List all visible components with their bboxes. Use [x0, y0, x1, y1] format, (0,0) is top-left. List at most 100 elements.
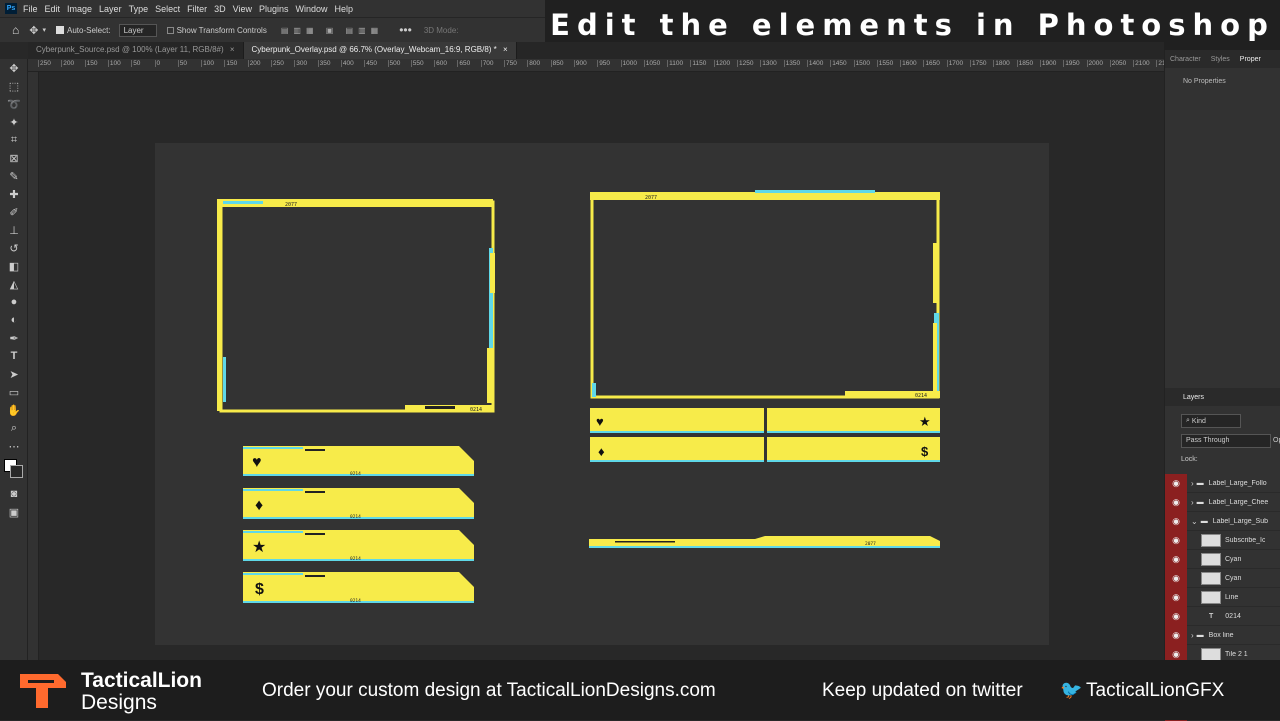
webcam-frame-16x9[interactable]: 2077 0214	[590, 190, 940, 399]
visibility-eye-icon[interactable]: ◉	[1165, 492, 1187, 512]
auto-select-dropdown[interactable]: Layer	[118, 23, 157, 37]
visibility-eye-icon[interactable]: ◉	[1165, 625, 1187, 645]
menu-type[interactable]: Type	[129, 4, 149, 14]
tab-character[interactable]: Character	[1165, 56, 1206, 63]
more-options-icon[interactable]: •••	[399, 23, 412, 37]
menu-plugins[interactable]: Plugins	[259, 4, 289, 14]
visibility-eye-icon[interactable]: ◉	[1165, 511, 1187, 531]
order-text: Order your custom design at TacticalLion…	[262, 680, 716, 701]
more-tools-icon[interactable]: ⋯	[0, 437, 28, 455]
magic-wand-tool-icon[interactable]: ✦	[0, 113, 28, 131]
label-diamond[interactable]: ♦ 0214	[243, 488, 474, 520]
path-selection-tool-icon[interactable]: ➤	[0, 365, 28, 383]
align-icons[interactable]: ▤▥▦ ▣ ▤▥▦	[281, 26, 383, 35]
label-dollar[interactable]: $ 0214	[243, 572, 474, 604]
close-icon[interactable]: ×	[503, 45, 508, 54]
close-icon[interactable]: ×	[230, 45, 235, 54]
eraser-tool-icon[interactable]: ◧	[0, 257, 28, 275]
ruler-tick: 1600	[900, 60, 917, 67]
visibility-eye-icon[interactable]: ◉	[1165, 549, 1187, 569]
color-swatches-icon[interactable]	[0, 455, 28, 485]
layer-row[interactable]: ◉ › ▬ Box line	[1165, 625, 1280, 645]
layer-row[interactable]: ◉ ⌄ ▬ Label_Large_Sub	[1165, 511, 1280, 531]
twitter-handle[interactable]: TacticalLionGFX	[1086, 680, 1224, 702]
zoom-tool-icon[interactable]: ⌕	[0, 419, 28, 437]
visibility-eye-icon[interactable]: ◉	[1165, 473, 1187, 493]
visibility-eye-icon[interactable]: ◉	[1165, 587, 1187, 607]
stamp-tool-icon[interactable]: ⊥	[0, 221, 28, 239]
tool-preset-chevron-icon[interactable]: ▾	[42, 26, 46, 34]
move-tool-icon[interactable]: ✥	[29, 24, 38, 37]
label-stack-left[interactable]: ♥ 0214 ♦ 0214 ★ 0214 $ 0214	[243, 446, 474, 604]
menu-filter[interactable]: Filter	[187, 4, 207, 14]
visibility-eye-icon[interactable]: ◉	[1165, 568, 1187, 588]
dodge-tool-icon[interactable]: ◐	[0, 311, 28, 329]
pen-tool-icon[interactable]: ✒	[0, 329, 28, 347]
label-grid-right[interactable]: ♥ ★ ♦ $	[590, 408, 940, 462]
healing-brush-tool-icon[interactable]: ✚	[0, 185, 28, 203]
type-tool-icon[interactable]: T	[0, 347, 28, 365]
expand-arrow-icon[interactable]: ⌄	[1191, 517, 1198, 526]
frame-tool-icon[interactable]: ⊠	[0, 149, 28, 167]
quick-mask-icon[interactable]: ◙	[0, 485, 28, 503]
layer-row[interactable]: ◉ › ▬ Label_Large_Follo	[1165, 473, 1280, 493]
tools-panel: ✥ ⬚ ➰ ✦ ⌗ ⊠ ✎ ✚ ✐ ⊥ ↺ ◧ ◭ ● ◐ ✒ T ➤ ▭ ✋ …	[0, 59, 28, 660]
hand-tool-icon[interactable]: ✋	[0, 401, 28, 419]
menu-help[interactable]: Help	[335, 4, 354, 14]
label-dollar-right[interactable]: $	[767, 437, 940, 462]
ruler-tick: 1550	[876, 60, 894, 67]
eyedropper-tool-icon[interactable]: ✎	[0, 167, 28, 185]
rectangle-tool-icon[interactable]: ▭	[0, 383, 28, 401]
auto-select-checkbox[interactable]	[55, 26, 64, 34]
crop-tool-icon[interactable]: ⌗	[0, 131, 28, 149]
blur-tool-icon[interactable]: ●	[0, 293, 28, 311]
document-canvas[interactable]: 0214 2077 2077 0214 ♥ 0214 ♦ 0214 ★ 0214…	[155, 143, 1049, 645]
paint-bucket-tool-icon[interactable]: ◭	[0, 275, 28, 293]
menu-layer[interactable]: Layer	[99, 4, 122, 14]
overlay-artwork: 0214 2077 2077 0214 ♥ 0214 ♦ 0214 ★ 0214…	[217, 190, 940, 604]
menu-window[interactable]: Window	[296, 4, 328, 14]
screen-mode-icon[interactable]: ▣	[0, 503, 28, 521]
home-icon[interactable]: ⌂	[12, 23, 19, 37]
expand-arrow-icon[interactable]: ›	[1191, 498, 1194, 507]
layer-name: Subscribe_Ic	[1225, 536, 1266, 544]
label-star-right[interactable]: ★	[767, 408, 940, 433]
expand-arrow-icon[interactable]: ›	[1191, 479, 1194, 488]
label-heart-right[interactable]: ♥	[590, 408, 764, 433]
bottom-bar[interactable]: 2077	[589, 536, 940, 548]
tab-properties[interactable]: Proper	[1235, 56, 1266, 63]
menu-image[interactable]: Image	[67, 4, 92, 14]
layers-panel-title[interactable]: Layers	[1165, 394, 1204, 401]
visibility-eye-icon[interactable]: ◉	[1165, 530, 1187, 550]
label-star[interactable]: ★ 0214	[243, 530, 474, 562]
layer-row[interactable]: ◉ Cyan	[1165, 568, 1280, 588]
visibility-eye-icon[interactable]: ◉	[1165, 606, 1187, 626]
webcam-frame-4x3[interactable]: 0214 2077	[217, 199, 495, 413]
layer-row[interactable]: ◉ T 0214	[1165, 606, 1280, 626]
layer-row[interactable]: ◉ Line	[1165, 587, 1280, 607]
history-brush-tool-icon[interactable]: ↺	[0, 239, 28, 257]
layer-row[interactable]: ◉ › ▬ Label_Large_Chee	[1165, 492, 1280, 512]
ruler-tick: 950	[597, 60, 611, 67]
layer-row[interactable]: ◉ Cyan	[1165, 549, 1280, 569]
label-heart[interactable]: ♥ 0214	[243, 446, 474, 477]
expand-arrow-icon[interactable]: ›	[1191, 631, 1194, 640]
lasso-tool-icon[interactable]: ➰	[0, 95, 28, 113]
move-tool-icon[interactable]: ✥	[0, 59, 28, 77]
menu-select[interactable]: Select	[155, 4, 180, 14]
blend-mode-dropdown[interactable]: Pass Through	[1181, 434, 1271, 448]
transform-controls-checkbox[interactable]	[166, 26, 174, 34]
tab-cyberpunk-overlay[interactable]: Cyberpunk_Overlay.psd @ 66.7% (Overlay_W…	[243, 42, 517, 59]
brush-tool-icon[interactable]: ✐	[0, 203, 28, 221]
menu-edit[interactable]: Edit	[45, 4, 61, 14]
layer-filter-dropdown[interactable]: ⌕ Kind	[1181, 414, 1241, 428]
tab-cyberpunk-source[interactable]: Cyberpunk_Source.psd @ 100% (Layer 11, R…	[28, 42, 244, 59]
marquee-tool-icon[interactable]: ⬚	[0, 77, 28, 95]
layer-row[interactable]: ◉ Subscribe_Ic	[1165, 530, 1280, 550]
photoshop-app-icon[interactable]: Ps	[5, 3, 17, 14]
label-diamond-right[interactable]: ♦	[590, 437, 764, 462]
menu-3d[interactable]: 3D	[214, 4, 226, 14]
menu-file[interactable]: File	[23, 4, 38, 14]
tab-styles[interactable]: Styles	[1206, 56, 1235, 63]
menu-view[interactable]: View	[233, 4, 252, 14]
